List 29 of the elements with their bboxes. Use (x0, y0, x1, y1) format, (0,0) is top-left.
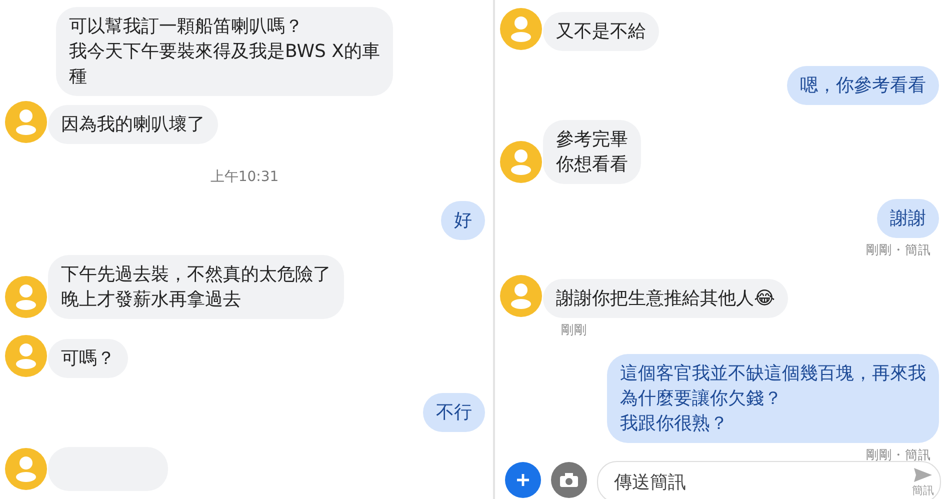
message-text: 這個客官我並不缺這個幾百塊，再來我 (620, 362, 926, 386)
plus-icon (516, 473, 530, 487)
message-text: 晚上才發薪水再拿過去 (61, 288, 242, 312)
message-text: 謝謝 (890, 207, 926, 231)
message-text: 又不是不給 (556, 20, 646, 44)
message-text: 可嗎？ (61, 347, 115, 371)
message-status: 剛剛 (561, 322, 587, 339)
message-text: 我跟你很熟？ (620, 412, 729, 436)
send-button[interactable]: 簡訊 (912, 466, 934, 498)
message-text: 謝謝你把生意推給其他人😂 (556, 287, 776, 311)
message-text: 不行 (436, 401, 472, 425)
message-text: 為什麼要讓你欠錢？ (620, 387, 783, 411)
add-button[interactable] (505, 462, 541, 498)
camera-button[interactable] (551, 462, 587, 498)
message-text: 因為我的喇叭壞了 (61, 113, 205, 137)
message-text: 我今天下午要裝來得及我是BWS X的車 (69, 40, 380, 64)
message-text: 你想看看 (556, 153, 628, 177)
camera-icon (559, 472, 579, 488)
message-text: 種 (69, 65, 88, 89)
message-text: 參考完畢 (556, 128, 628, 152)
message-status: 剛剛・簡訊 (866, 447, 931, 461)
send-icon (913, 466, 933, 482)
message-text: 好 (454, 209, 472, 233)
message-input[interactable]: 傳送簡訊 簡訊 (597, 461, 941, 499)
timestamp: 上午10:31 (210, 168, 279, 186)
message-status: 剛剛・簡訊 (866, 242, 931, 259)
message-text: 可以幫我訂一顆船笛喇叭嗎？ (69, 15, 304, 39)
message-text: 下午先過去裝，不然真的太危險了 (61, 263, 331, 287)
message-text: 嗯，你參考看看 (800, 74, 926, 98)
